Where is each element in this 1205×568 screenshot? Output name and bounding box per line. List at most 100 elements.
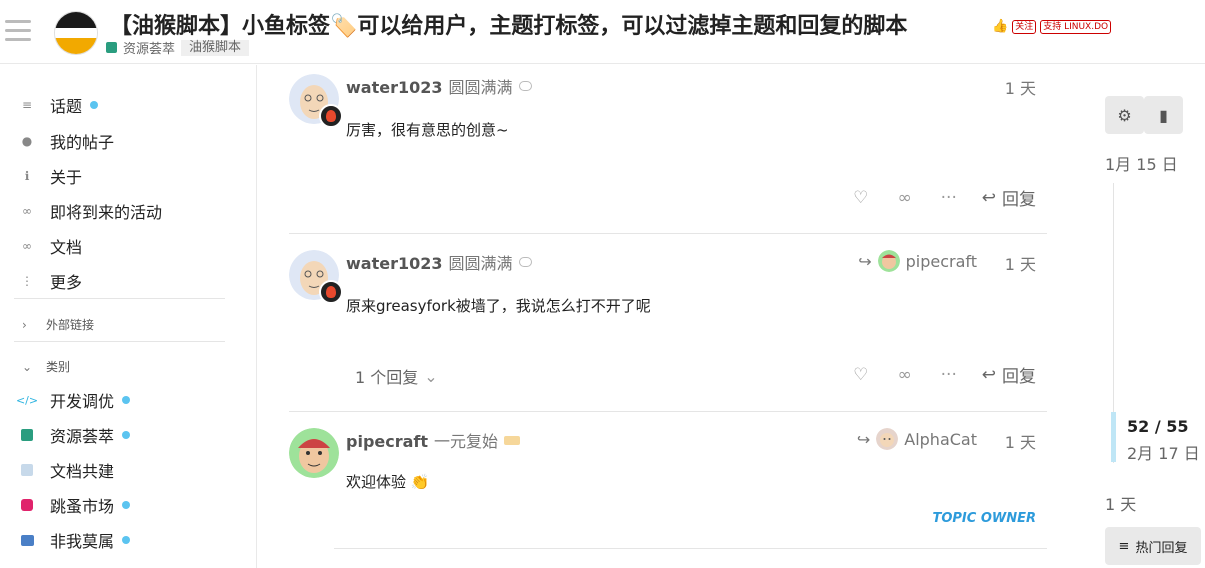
sidebar-item-label: 非我莫属 — [50, 532, 115, 551]
hamburger-menu-icon[interactable] — [5, 20, 31, 42]
post-divider — [289, 411, 1047, 412]
sidebar-divider — [14, 341, 225, 342]
layers-icon: ≡ — [1118, 538, 1130, 554]
sidebar-item-label: 我的帖子 — [50, 133, 115, 152]
summary-button[interactable]: ▮ — [1144, 96, 1183, 134]
unread-dot — [122, 396, 131, 404]
timeline-start-date[interactable]: 1月 15 日 — [1105, 151, 1178, 175]
sidebar-category-dev[interactable]: </> 开发调优 — [16, 388, 131, 412]
like-heart-icon[interactable]: ♡ — [850, 365, 872, 385]
sidebar-item-docs[interactable]: ∞ 文档 — [20, 234, 82, 258]
post: water1023 圆圆满满 ↪ pipecraft 1 天 原来greasyfo… — [289, 250, 1047, 412]
flame-flair-icon — [319, 104, 343, 128]
post-body: 厉害，很有意思的创意~ — [346, 121, 509, 139]
topic-owner-label: TOPIC OWNER — [932, 511, 1036, 526]
breadcrumb: 资源荟萃 油猴脚本 — [106, 38, 250, 57]
gear-icon: ⚙ — [1117, 105, 1132, 125]
reply-arrow-icon: ↪ — [858, 251, 872, 271]
copy-link-icon[interactable]: ∞ — [894, 188, 916, 208]
reply-button[interactable]: ↩ 回复 — [981, 185, 1036, 211]
settings-button[interactable]: ⚙ — [1105, 96, 1144, 134]
post-actions: ♡ ∞ ··· ↩ 回复 — [850, 362, 1036, 388]
flame-flair-icon — [319, 280, 343, 304]
post-date[interactable]: 1 天 — [1005, 429, 1036, 453]
replies-toggle[interactable]: 1 个回复 ⌄ — [355, 364, 438, 388]
reply-arrow-icon: ↩ — [981, 364, 996, 385]
sidebar: ≡ 话题 ● 我的帖子 ℹ 关于 ∞ 即将到来的活动 ∞ 文档 ⋮ 更多 › 外… — [0, 65, 257, 568]
site-logo[interactable] — [55, 12, 97, 54]
post-author[interactable]: water1023 圆圆满满 — [346, 74, 532, 98]
sidebar-item-my-posts[interactable]: ● 我的帖子 — [20, 129, 114, 153]
username[interactable]: water1023 — [346, 78, 443, 97]
user-avatar[interactable] — [289, 428, 339, 478]
sidebar-item-topics[interactable]: ≡ 话题 — [20, 93, 99, 117]
post-divider — [289, 233, 1047, 234]
reply-to[interactable]: ↪ AlphaCat — [857, 428, 977, 450]
timeline-end-date[interactable]: 1 天 — [1105, 491, 1136, 515]
timeline-current-date: 2月 17 日 — [1127, 444, 1200, 463]
reply-button[interactable]: ↩ 回复 — [981, 362, 1036, 388]
sidebar-item-more[interactable]: ⋮ 更多 — [20, 269, 82, 293]
post-date[interactable]: 1 天 — [1005, 75, 1036, 99]
follow-badge[interactable]: 关注 — [1012, 19, 1037, 34]
reply-to-username: pipecraft — [905, 251, 977, 271]
book-icon: ▮ — [1159, 105, 1168, 125]
tag-link[interactable]: 油猴脚本 — [181, 39, 250, 56]
category-link[interactable]: 资源荟萃 — [123, 38, 175, 57]
timeline-handle[interactable] — [1111, 412, 1116, 462]
post-body: 原来greasyfork被墙了，我说怎么打不开了呢 — [346, 297, 651, 315]
reply-to-avatar — [876, 428, 899, 450]
chat-bubble-icon — [518, 81, 532, 91]
sidebar-item-label: 关于 — [50, 168, 83, 187]
external-links-toggle[interactable]: › 外部链接 — [22, 316, 94, 333]
unread-dot — [90, 101, 99, 109]
sidebar-item-label: 跳蚤市场 — [50, 497, 115, 516]
sidebar-item-events[interactable]: ∞ 即将到来的活动 — [20, 199, 162, 223]
reply-arrow-icon: ↩ — [981, 187, 996, 208]
username[interactable]: water1023 — [346, 254, 443, 273]
hot-replies-button[interactable]: ≡ 热门回复 — [1105, 527, 1201, 565]
topic-title[interactable]: 【油猴脚本】小鱼标签🏷️可以给用户，主题打标签，可以过滤掉主题和回复的脚本 — [110, 8, 907, 40]
info-icon: ℹ — [24, 169, 30, 183]
share-icon — [20, 428, 34, 442]
sidebar-item-about[interactable]: ℹ 关于 — [20, 164, 82, 188]
coins-icon — [20, 498, 34, 512]
sidebar-category-market[interactable]: 跳蚤市场 — [20, 493, 131, 517]
like-heart-icon[interactable]: ♡ — [850, 188, 872, 208]
user-title: 圆圆满满 — [448, 254, 513, 273]
sidebar-item-label: 更多 — [50, 273, 83, 292]
more-icon[interactable]: ··· — [938, 188, 960, 208]
thumbs-up-icon: 👍 — [992, 19, 1009, 34]
sidebar-divider — [14, 298, 225, 299]
chevron-right-icon: › — [22, 317, 27, 332]
sidebar-item-label: 资源荟萃 — [50, 427, 115, 446]
user-title: 一元复始 — [434, 432, 499, 451]
post-author[interactable]: water1023 圆圆满满 — [346, 250, 532, 274]
reply-to[interactable]: ↪ pipecraft — [858, 250, 977, 272]
post-actions: ♡ ∞ ··· ↩ 回复 — [850, 185, 1036, 211]
briefcase-icon — [20, 533, 34, 547]
username[interactable]: pipecraft — [346, 432, 428, 451]
reply-to-avatar — [877, 250, 900, 272]
link-icon: ∞ — [22, 239, 32, 253]
chevron-down-icon: ⌄ — [424, 366, 438, 386]
timeline-position: 52 / 55 — [1127, 417, 1189, 436]
title-badges: 👍 关注 支持 LINUX.DO — [992, 19, 1112, 34]
sidebar-item-label: 开发调优 — [50, 392, 115, 411]
post-author[interactable]: pipecraft 一元复始 — [346, 428, 521, 452]
reply-arrow-icon: ↪ — [856, 429, 871, 449]
post-date[interactable]: 1 天 — [1005, 251, 1036, 275]
support-badge[interactable]: 支持 LINUX.DO — [1040, 19, 1112, 34]
sidebar-item-label: 话题 — [50, 97, 83, 116]
sidebar-category-jobs[interactable]: 非我莫属 — [20, 528, 131, 552]
more-vertical-icon: ⋮ — [21, 274, 33, 288]
sidebar-category-resources[interactable]: 资源荟萃 — [20, 423, 131, 447]
chat-bubble-icon — [518, 257, 532, 267]
sidebar-category-docs[interactable]: 文档共建 — [20, 458, 114, 482]
header: 【油猴脚本】小鱼标签🏷️可以给用户，主题打标签，可以过滤掉主题和回复的脚本 👍 … — [0, 0, 1205, 64]
reply-to-username: AlphaCat — [904, 429, 977, 449]
categories-toggle[interactable]: ⌄ 类别 — [22, 358, 70, 375]
more-icon[interactable]: ··· — [938, 365, 960, 385]
copy-link-icon[interactable]: ∞ — [894, 365, 916, 385]
post: pipecraft 一元复始 ↪ AlphaCat 1 天 欢迎体验 👏 TOPI… — [289, 428, 1047, 550]
